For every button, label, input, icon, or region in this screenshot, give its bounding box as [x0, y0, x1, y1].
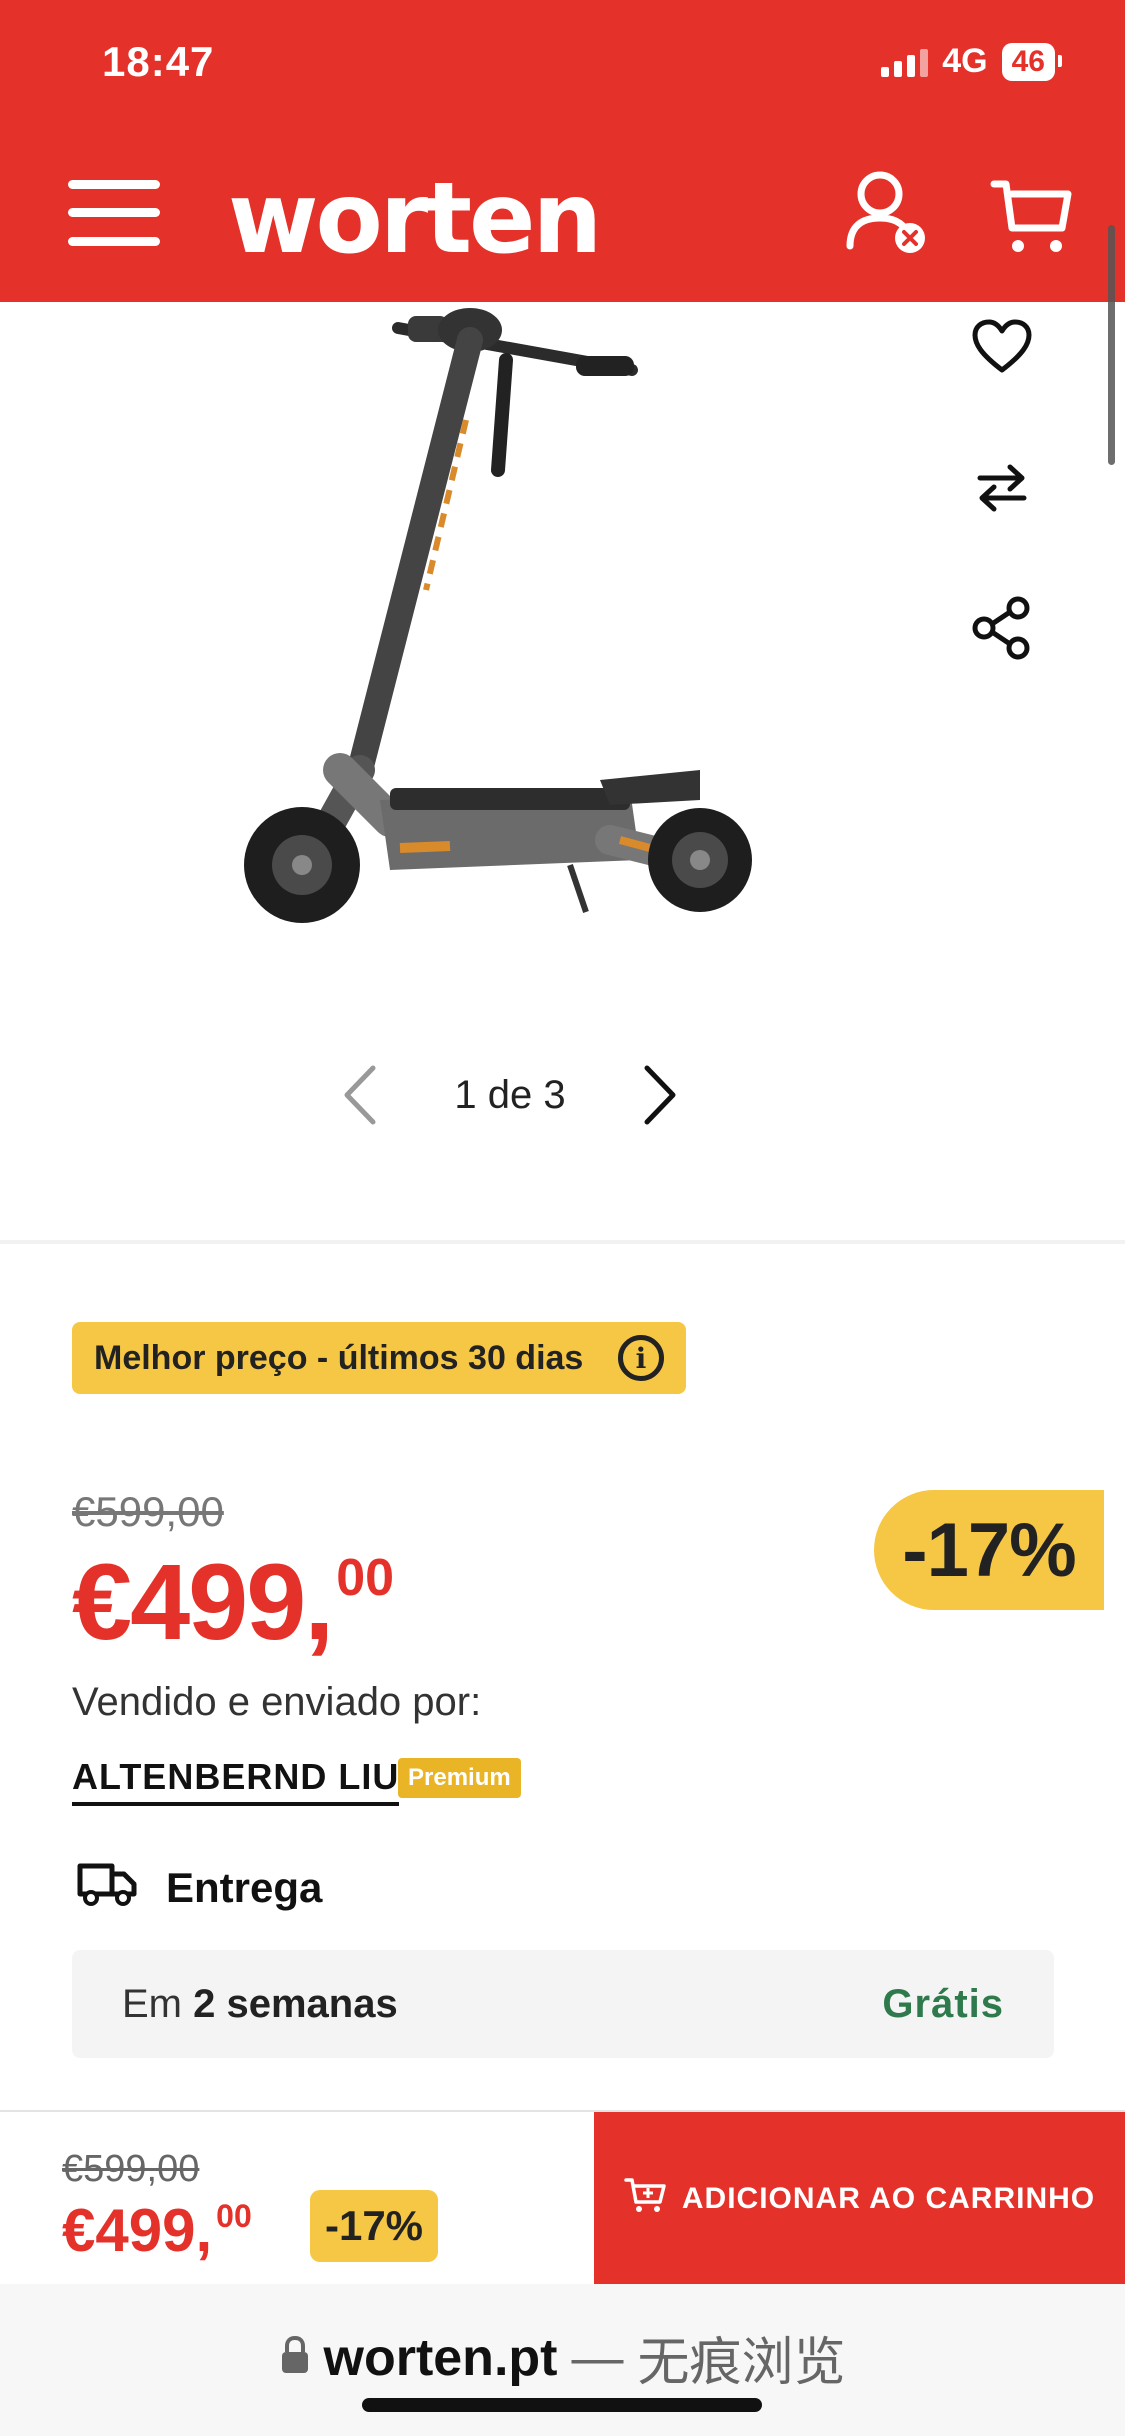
- browser-address-bar[interactable]: worten.pt — 无痕浏览: [0, 2284, 1125, 2436]
- url-separator: —: [571, 2328, 624, 2387]
- sticky-current-price: €499, 00: [62, 2200, 252, 2261]
- seller-link[interactable]: ALTENBERND LIU: [72, 1756, 400, 1806]
- worten-logo[interactable]: worten: [228, 162, 602, 276]
- delivery-time-value: 2 semanas: [193, 1981, 398, 2026]
- delivery-time-prefix: Em: [122, 1981, 194, 2026]
- section-divider: [0, 1240, 1125, 1244]
- chevron-right-icon[interactable]: [630, 1055, 690, 1135]
- lock-icon: [280, 2328, 310, 2388]
- site-header: 18:47 4G 46 worten: [0, 0, 1125, 302]
- current-price: €499,00: [72, 1548, 394, 1656]
- network-type: 4G: [942, 42, 988, 80]
- sticky-old-price: €599,00: [62, 2148, 200, 2190]
- sticky-purchase-bar: €599,00 €499, 00 -17% ADICIONAR AO CARRIN…: [0, 2110, 1125, 2286]
- delivery-option[interactable]: Em 2 semanas Grátis: [72, 1950, 1054, 2058]
- gallery-pager: 1 de 3: [330, 1055, 690, 1135]
- delivery-title: Entrega: [166, 1864, 323, 1911]
- old-price: €599,00: [72, 1488, 224, 1535]
- gallery-counter: 1 de 3: [454, 1072, 566, 1117]
- best-price-badge: Melhor preço - últimos 30 dias i: [72, 1322, 686, 1394]
- sticky-discount-badge: -17%: [310, 2190, 438, 2262]
- best-price-label: Melhor preço - últimos 30 dias: [94, 1338, 584, 1377]
- sticky-price-main: €499,: [62, 2197, 213, 2264]
- discount-badge: -17%: [874, 1490, 1104, 1610]
- status-time: 18:47: [102, 38, 215, 85]
- compare-arrows-icon[interactable]: [964, 450, 1040, 526]
- premium-badge: Premium: [398, 1758, 521, 1798]
- url-host: worten.pt: [323, 2328, 558, 2387]
- sold-by-label: Vendido e enviado por:: [72, 1680, 482, 1724]
- price-main: €499,: [72, 1541, 334, 1662]
- truck-icon: [76, 1860, 138, 1916]
- heart-icon[interactable]: [964, 308, 1040, 384]
- add-to-cart-button[interactable]: ADICIONAR AO CARRINHO: [594, 2112, 1125, 2286]
- delivery-time: Em 2 semanas: [122, 1982, 398, 2027]
- chevron-left-icon[interactable]: [330, 1055, 390, 1135]
- info-icon[interactable]: i: [618, 1335, 664, 1381]
- product-image-scooter[interactable]: [230, 300, 790, 960]
- address-url[interactable]: worten.pt — 无痕浏览: [0, 2320, 1125, 2395]
- status-indicators: 4G 46: [881, 42, 1063, 81]
- battery-icon: 46: [1001, 42, 1063, 81]
- share-icon[interactable]: [964, 590, 1040, 666]
- page-scrollbar[interactable]: [1108, 225, 1115, 465]
- delivery-header: Entrega: [76, 1860, 322, 1916]
- private-mode-label: 无痕浏览: [637, 2334, 846, 2392]
- shopping-cart-icon[interactable]: [990, 176, 1072, 256]
- delivery-cost: Grátis: [882, 1981, 1004, 2026]
- home-indicator[interactable]: [362, 2398, 762, 2412]
- signal-icon: [881, 47, 929, 77]
- add-to-cart-icon: [624, 2176, 666, 2222]
- add-to-cart-label: ADICIONAR AO CARRINHO: [681, 2182, 1096, 2215]
- sticky-price-cents: 00: [216, 2198, 252, 2234]
- price-cents: 00: [336, 1549, 395, 1607]
- hamburger-menu-icon[interactable]: [68, 180, 160, 246]
- user-account-icon[interactable]: [842, 168, 930, 258]
